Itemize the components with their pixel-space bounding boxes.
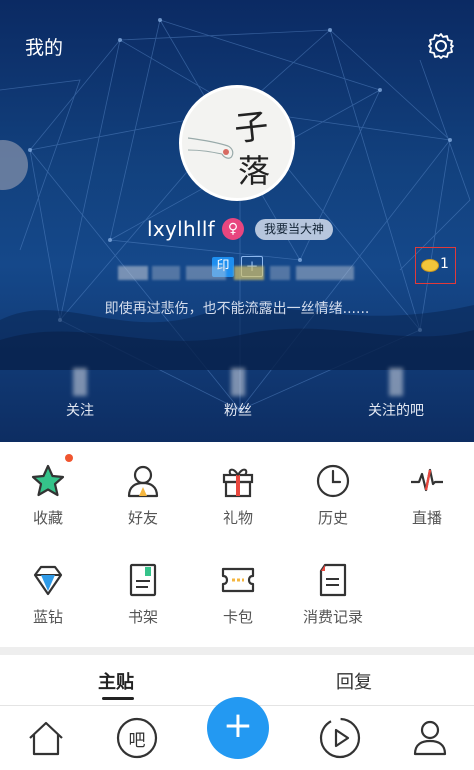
grid-label: 礼物 <box>222 509 253 527</box>
stat-value <box>73 368 87 396</box>
stat-label: 粉丝 <box>224 403 252 419</box>
hand-illustration <box>188 137 234 159</box>
title-tag[interactable]: 我要当大神 <box>255 219 334 240</box>
stat-fans[interactable]: 粉丝 <box>188 368 288 420</box>
coin-balance[interactable]: 1 <box>415 247 456 284</box>
person-icon <box>127 465 159 498</box>
stat-following[interactable]: 关注 <box>30 368 130 420</box>
grid-label: 收藏 <box>32 509 63 527</box>
video-icon[interactable] <box>318 716 362 760</box>
grid-label: 直播 <box>411 509 442 527</box>
grid-item-bookshelf[interactable]: 书架 <box>98 561 188 627</box>
grid-label: 卡包 <box>222 608 253 626</box>
grid-item-live[interactable]: 直播 <box>382 462 472 528</box>
avatar-text-2: 落 <box>238 152 271 190</box>
grid-item-history[interactable]: 历史 <box>288 462 378 528</box>
star-icon <box>31 464 65 497</box>
profile-page: 我的 子 落 lxylhllf ♀ 我要当大神 印 + 1 即使再过悲伤，也不能… <box>0 0 474 770</box>
book-icon <box>129 563 157 597</box>
profile-motto: 即使再过悲伤，也不能流露出一丝情绪...... <box>104 301 370 317</box>
clock-icon <box>316 464 350 498</box>
gear-icon[interactable] <box>426 31 456 61</box>
receipt-icon <box>319 563 347 597</box>
female-icon: ♀ <box>222 218 244 240</box>
tab-replies[interactable]: 回复 <box>336 668 372 694</box>
create-post-button[interactable]: + <box>207 697 269 759</box>
gift-icon <box>222 468 254 498</box>
coin-count: 1 <box>440 256 449 272</box>
profile-icon[interactable] <box>408 716 452 760</box>
grid-item-blue-diamond[interactable]: 蓝钻 <box>3 561 93 627</box>
bar-nav-button[interactable]: 吧 <box>115 716 159 760</box>
wave-decoration <box>0 305 474 370</box>
grid-label: 历史 <box>317 509 348 527</box>
diamond-icon <box>33 565 63 596</box>
grid-item-spending-records[interactable]: 消费记录 <box>288 561 378 627</box>
tab-main-posts[interactable]: 主贴 <box>98 668 134 694</box>
grid-label: 好友 <box>127 509 158 527</box>
avatar-text-1: 子 <box>232 106 271 150</box>
stat-value <box>231 368 245 396</box>
grid-item-gifts[interactable]: 礼物 <box>193 462 283 528</box>
stat-label: 关注的吧 <box>368 403 424 419</box>
grid-label: 消费记录 <box>302 608 363 626</box>
card-icon <box>221 567 255 593</box>
coin-icon <box>421 259 439 272</box>
page-title: 我的 <box>25 37 64 59</box>
stat-followed-bars[interactable]: 关注的吧 <box>346 368 446 420</box>
home-icon[interactable] <box>24 716 68 760</box>
username: lxylhllf <box>147 217 216 241</box>
avatar[interactable]: 子 落 <box>179 85 295 201</box>
wave-icon <box>411 468 443 492</box>
active-tab-indicator <box>102 697 134 700</box>
stat-value <box>389 368 403 396</box>
notification-dot <box>65 454 73 462</box>
grid-item-favorites[interactable]: 收藏 <box>3 454 93 528</box>
grid-item-friends[interactable]: 好友 <box>98 462 188 528</box>
grid-item-card-wallet[interactable]: 卡包 <box>193 561 283 627</box>
section-divider <box>0 647 474 655</box>
stat-label: 关注 <box>66 403 94 419</box>
grid-label: 书架 <box>127 608 158 626</box>
grid-label: 蓝钻 <box>32 608 63 626</box>
bar-nav-label: 吧 <box>128 731 146 751</box>
